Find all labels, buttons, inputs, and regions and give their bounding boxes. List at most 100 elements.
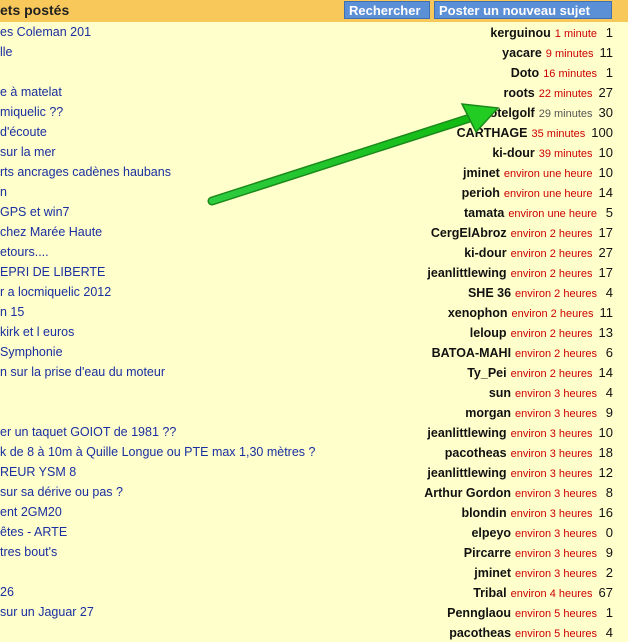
topic-row[interactable]: k de 8 à 10m à Quille Longue ou PTE max … [0, 442, 628, 462]
topic-row[interactable]: n sur la prise d'eau du moteur Ty_Pei envi… [0, 362, 628, 382]
last-post-time[interactable]: environ 3 heures [511, 468, 593, 480]
topic-title-link[interactable]: rts ancrages cadènes haubans [0, 165, 171, 179]
author-link[interactable]: jeanlittlewing [427, 466, 506, 480]
author-link[interactable]: SHE 36 [468, 286, 511, 300]
author-link[interactable]: jminet [474, 566, 511, 580]
topic-row[interactable]: sur la mer ki-dour 39 minutes 10 [0, 142, 628, 162]
topic-row[interactable]: n perioh environ une heure 14 [0, 182, 628, 202]
topic-row[interactable]: 26 Tribal environ 4 heures 67 [0, 582, 628, 602]
topic-title-link[interactable]: sur la mer [0, 145, 56, 159]
topic-title-link[interactable]: 26 [0, 585, 14, 599]
author-link[interactable]: tamata [464, 206, 504, 220]
last-post-time[interactable]: 29 minutes [539, 108, 593, 120]
author-link[interactable]: morgan [465, 406, 511, 420]
topic-title-link[interactable]: Symphonie [0, 345, 63, 359]
topic-title-link[interactable]: kirk et l euros [0, 325, 74, 339]
topic-row[interactable]: r a locmiquelic 2012 SHE 36 environ 2 heur… [0, 282, 628, 302]
topic-row[interactable]: sur un Jaguar 27 Pennglaou environ 5 heure… [0, 602, 628, 622]
author-link[interactable]: jminet [463, 166, 500, 180]
author-link[interactable]: Tribal [473, 586, 506, 600]
author-link[interactable]: CergElAbroz [431, 226, 507, 240]
last-post-time[interactable]: environ 3 heures [515, 408, 597, 420]
new-topic-button[interactable]: Poster un nouveau sujet [434, 1, 612, 19]
topic-title-link[interactable]: tres bout's [0, 545, 57, 559]
last-post-time[interactable]: environ 5 heures [515, 608, 597, 620]
topic-row[interactable]: EPRI DE LIBERTE jeanlittlewing environ 2 h… [0, 262, 628, 282]
last-post-time[interactable]: environ 3 heures [511, 508, 593, 520]
topic-row[interactable]: êtes - ARTE elpeyo environ 3 heures 0 [0, 522, 628, 542]
last-post-time[interactable]: environ 3 heures [511, 448, 593, 460]
topic-title-link[interactable]: miquelic ?? [0, 105, 63, 119]
topic-row[interactable]: miquelic ?? hotelgolf 29 minutes 30 [0, 102, 628, 122]
last-post-time[interactable]: environ 3 heures [515, 388, 597, 400]
author-link[interactable]: pacotheas [445, 446, 507, 460]
topic-row[interactable]: chez Marée Haute CergElAbroz environ 2 heu… [0, 222, 628, 242]
topic-title-link[interactable]: d'écoute [0, 125, 47, 139]
last-post-time[interactable]: environ 5 heures [515, 628, 597, 640]
topic-row[interactable]: etours.... ki-dour environ 2 heures 27 [0, 242, 628, 262]
topic-row[interactable]: lle yacare 9 minutes 11 [0, 42, 628, 62]
last-post-time[interactable]: 16 minutes [543, 68, 597, 80]
last-post-time[interactable]: environ 2 heures [512, 308, 594, 320]
topic-title-link[interactable]: r a locmiquelic 2012 [0, 285, 111, 299]
last-post-time[interactable]: environ 2 heures [511, 228, 593, 240]
topic-title-link[interactable]: e à matelat [0, 85, 62, 99]
topic-row[interactable]: tres bout's Pircarre environ 3 heures 9 [0, 542, 628, 562]
topic-title-link[interactable]: chez Marée Haute [0, 225, 102, 239]
last-post-time[interactable]: environ 2 heures [511, 268, 593, 280]
topic-row[interactable]: pacotheas environ 5 heures 4 [0, 622, 628, 642]
topic-title-link[interactable]: GPS et win7 [0, 205, 69, 219]
author-link[interactable]: ki-dour [464, 246, 506, 260]
topic-title-link[interactable]: sur un Jaguar 27 [0, 605, 94, 619]
last-post-time[interactable]: 35 minutes [531, 128, 585, 140]
author-link[interactable]: pacotheas [449, 626, 511, 640]
topic-title-link[interactable]: êtes - ARTE [0, 525, 67, 539]
topic-row[interactable]: REUR YSM 8 jeanlittlewing environ 3 heures… [0, 462, 628, 482]
topic-row[interactable]: rts ancrages cadènes haubans jminet enviro… [0, 162, 628, 182]
topic-title-link[interactable]: sur sa dérive ou pas ? [0, 485, 123, 499]
author-link[interactable]: perioh [462, 186, 500, 200]
last-post-time[interactable]: environ 2 heures [515, 288, 597, 300]
topic-row[interactable]: GPS et win7 tamata environ une heure 5 [0, 202, 628, 222]
author-link[interactable]: Pircarre [464, 546, 511, 560]
author-link[interactable]: Pennglaou [447, 606, 511, 620]
last-post-time[interactable]: environ 2 heures [511, 328, 593, 340]
topic-title-link[interactable]: etours.... [0, 245, 49, 259]
author-link[interactable]: sun [489, 386, 511, 400]
author-link[interactable]: CARTHAGE [457, 126, 528, 140]
topic-title-link[interactable]: lle [0, 45, 13, 59]
author-link[interactable]: kerguinou [490, 26, 550, 40]
topic-row[interactable]: morgan environ 3 heures 9 [0, 402, 628, 422]
last-post-time[interactable]: environ une heure [504, 168, 593, 180]
author-link[interactable]: yacare [502, 46, 542, 60]
last-post-time[interactable]: 1 minute [555, 28, 597, 40]
author-link[interactable]: Ty_Pei [467, 366, 506, 380]
topic-row[interactable]: Symphonie BATOA-MAHI environ 2 heures 6 [0, 342, 628, 362]
author-link[interactable]: Doto [511, 66, 539, 80]
last-post-time[interactable]: environ 4 heures [511, 588, 593, 600]
author-link[interactable]: blondin [461, 506, 506, 520]
topic-row[interactable]: kirk et l euros leloup environ 2 heures 13 [0, 322, 628, 342]
author-link[interactable]: xenophon [448, 306, 508, 320]
last-post-time[interactable]: environ 2 heures [515, 348, 597, 360]
topic-row[interactable]: e à matelat roots 22 minutes 27 [0, 82, 628, 102]
last-post-time[interactable]: 39 minutes [539, 148, 593, 160]
author-link[interactable]: ki-dour [492, 146, 534, 160]
topic-row[interactable]: Doto 16 minutes 1 [0, 62, 628, 82]
topic-row[interactable]: es Coleman 201 kerguinou 1 minute 1 [0, 22, 628, 42]
last-post-time[interactable]: environ 3 heures [515, 488, 597, 500]
last-post-time[interactable]: environ 3 heures [515, 528, 597, 540]
last-post-time[interactable]: environ une heure [508, 208, 597, 220]
topic-row[interactable]: d'écoute CARTHAGE 35 minutes 100 [0, 122, 628, 142]
last-post-time[interactable]: environ une heure [504, 188, 593, 200]
author-link[interactable]: leloup [470, 326, 507, 340]
topic-title-link[interactable]: REUR YSM 8 [0, 465, 76, 479]
topic-title-link[interactable]: k de 8 à 10m à Quille Longue ou PTE max … [0, 445, 315, 459]
last-post-time[interactable]: 9 minutes [546, 48, 594, 60]
author-link[interactable]: roots [503, 86, 534, 100]
last-post-time[interactable]: 22 minutes [539, 88, 593, 100]
topic-title-link[interactable]: er un taquet GOIOT de 1981 ?? [0, 425, 176, 439]
author-link[interactable]: jeanlittlewing [427, 266, 506, 280]
author-link[interactable]: elpeyo [471, 526, 511, 540]
last-post-time[interactable]: environ 2 heures [511, 368, 593, 380]
